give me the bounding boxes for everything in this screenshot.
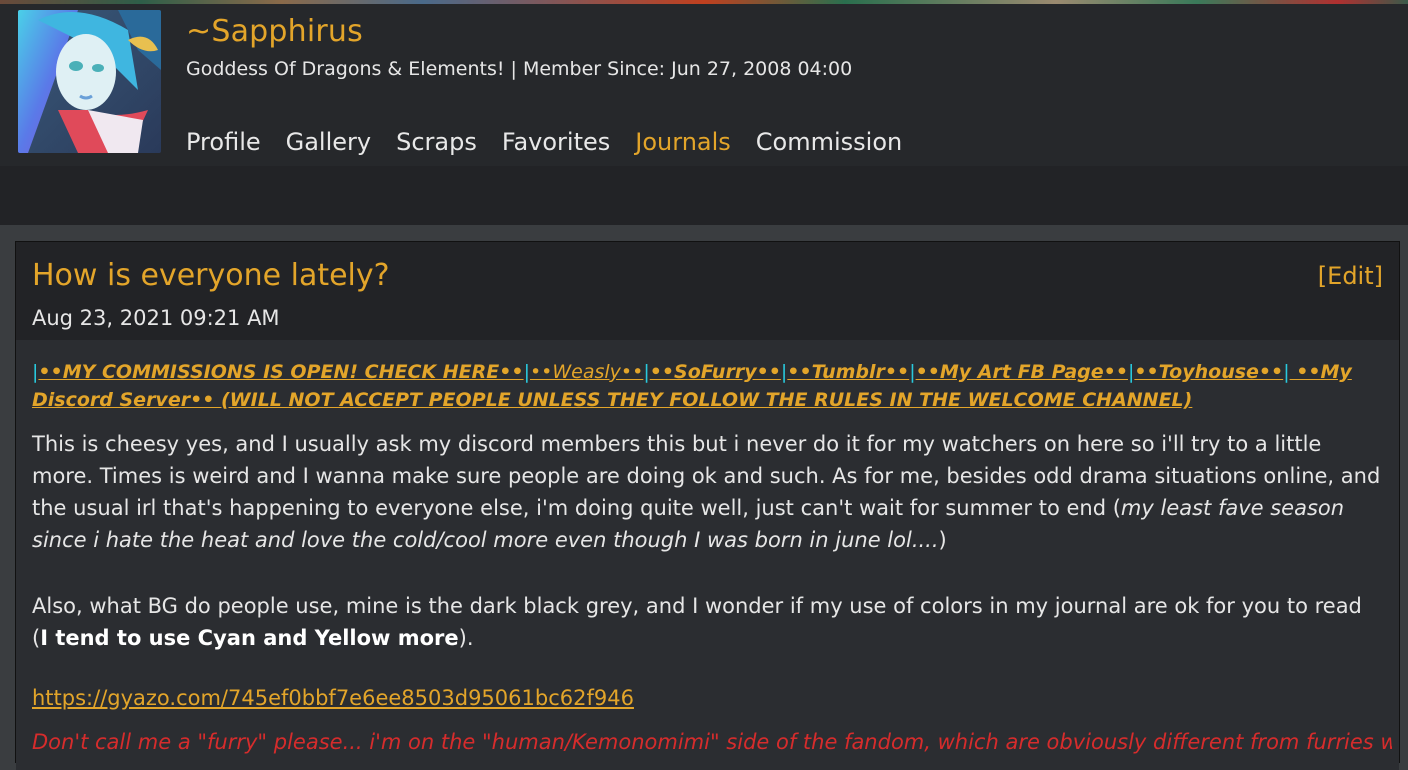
paragraph-text-end: ): [938, 528, 947, 552]
journal-red-note: Don't call me a "furry" please... i'm on…: [32, 730, 1392, 754]
avatar-image: [18, 10, 161, 153]
nav-commission[interactable]: Commission: [756, 128, 902, 156]
toyhouse-link[interactable]: ••Toyhouse••: [1134, 361, 1283, 383]
weasly-link[interactable]: ••Weasly••: [530, 361, 643, 383]
journal-header: How is everyone lately? [Edit] Aug 23, 2…: [16, 242, 1399, 340]
sofurry-link[interactable]: ••SoFurry••: [650, 361, 781, 383]
nav-gallery[interactable]: Gallery: [286, 128, 371, 156]
tumblr-link[interactable]: ••Tumblr••: [787, 361, 909, 383]
profile-header-top: ~Sapphirus Goddess Of Dragons & Elements…: [0, 4, 1408, 166]
nav-scraps[interactable]: Scraps: [396, 128, 477, 156]
journal-paragraph-1: This is cheesy yes, and I usually ask my…: [32, 428, 1382, 556]
journal-entry: How is everyone lately? [Edit] Aug 23, 2…: [15, 241, 1400, 770]
journal-title: How is everyone lately?: [32, 258, 390, 293]
paragraph-bold: I tend to use Cyan and Yellow more: [40, 626, 459, 650]
nav-favorites[interactable]: Favorites: [502, 128, 610, 156]
journal-paragraph-2: Also, what BG do people use, mine is the…: [32, 590, 1382, 654]
commissions-link[interactable]: ••MY COMMISSIONS IS OPEN! CHECK HERE••: [38, 361, 523, 383]
gyazo-link[interactable]: https://gyazo.com/745ef0bbf7e6ee8503d950…: [32, 686, 634, 710]
edit-button[interactable]: [Edit]: [1318, 262, 1383, 290]
nav-journals[interactable]: Journals: [635, 128, 731, 156]
profile-username: ~Sapphirus: [186, 14, 363, 49]
paragraph-text-end: ).: [458, 626, 474, 650]
fb-page-link[interactable]: ••My Art FB Page••: [916, 361, 1128, 383]
avatar[interactable]: [18, 10, 161, 153]
journal-body: |••MY COMMISSIONS IS OPEN! CHECK HERE••|…: [16, 340, 1399, 770]
profile-nav: Profile Gallery Scraps Favorites Journal…: [186, 128, 927, 156]
profile-subtitle: Goddess Of Dragons & Elements! | Member …: [186, 58, 853, 80]
journal-links: |••MY COMMISSIONS IS OPEN! CHECK HERE••|…: [32, 358, 1372, 414]
profile-header: ~Sapphirus Goddess Of Dragons & Elements…: [0, 4, 1408, 225]
nav-profile[interactable]: Profile: [186, 128, 261, 156]
journal-date: Aug 23, 2021 09:21 AM: [32, 306, 280, 330]
